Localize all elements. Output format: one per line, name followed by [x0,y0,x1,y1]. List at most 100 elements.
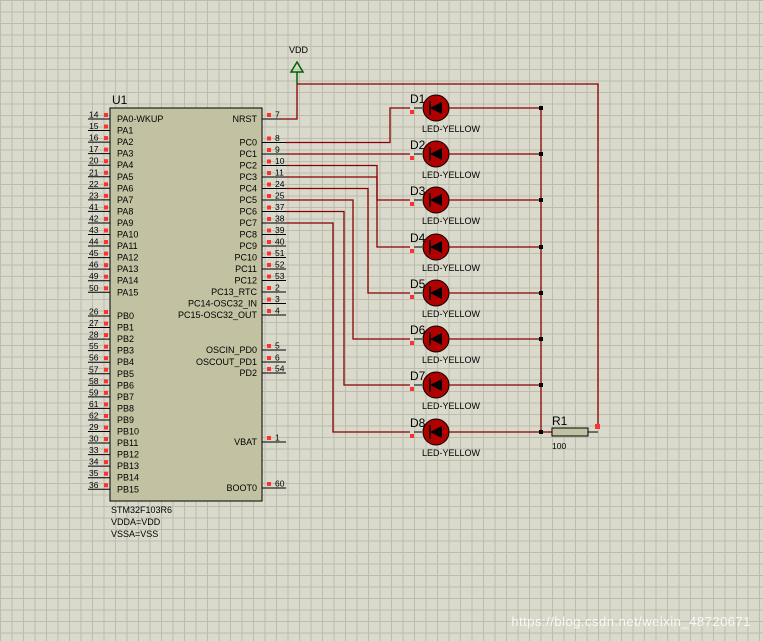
pin-name: PC3 [239,172,257,182]
pin-name: PA15 [117,287,138,297]
pin-name: PA11 [117,241,138,251]
pin-number: 14 [89,110,99,120]
pin-name: PC1 [239,149,257,159]
wire-pc0-d1 [286,107,410,144]
schematic-canvas[interactable]: U1 STM32F103R6 VDDA=VDD VSSA=VSS 14 PA0-W… [0,0,763,641]
pin-number: 50 [89,283,99,293]
pin-name: PB14 [117,473,139,483]
led-wires [286,107,410,433]
led-d7[interactable]: D7LED-YELLOW [410,369,543,411]
pin-number: 2 [275,283,280,293]
pin-dot [104,356,108,361]
pin-name: PB2 [117,334,134,344]
resistor-r1[interactable]: R1 100 [551,414,600,451]
pin-name: VBAT [234,437,257,447]
led-d3[interactable]: D3LED-YELLOW [410,184,543,226]
pin-dot [104,228,108,233]
led-array: D1LED-YELLOWD2LED-YELLOWD3LED-YELLOW D4LE… [410,92,543,458]
pin-number: 42 [89,213,99,223]
led-pin-dot [410,202,414,206]
junction-dot [539,152,543,156]
pin-name: PC9 [239,241,257,251]
led-value: LED-YELLOW [422,170,481,180]
pin-name: PA14 [117,276,138,286]
pin-number: 36 [89,480,99,490]
chip-part: STM32F103R6 [111,505,172,515]
pin-number: 46 [89,260,99,270]
led-pin-dot [410,341,414,345]
wire-pc7-d8 [286,222,410,433]
pin-dot [267,251,271,256]
pin-number: 37 [275,202,285,212]
pin-dot [267,344,271,348]
pin-dot [267,367,271,371]
pin-number: 5 [275,341,280,351]
led-d8[interactable]: D8LED-YELLOW [410,416,543,458]
pin-dot [104,425,108,430]
pin-name: PC12 [234,276,257,286]
pin-number: 52 [275,260,285,270]
led-d6[interactable]: D6LED-YELLOW [410,323,543,365]
pin-number: 22 [89,179,99,189]
chip-note-vdda: VDDA=VDD [111,517,161,527]
led-d4[interactable]: D4LED-YELLOW [410,231,543,273]
pin-dot [267,217,271,221]
pin-dot [267,228,271,233]
pin-name: PC7 [239,218,257,228]
pin-number: 4 [275,306,280,316]
pin-number: 56 [89,353,99,363]
pin-dot [104,460,108,465]
pin-name: PB5 [117,369,134,379]
led-value: LED-YELLOW [422,309,481,319]
pin-name: NRST [233,114,258,124]
pin-number: 20 [89,156,99,166]
vdd-power-terminal[interactable]: VDD [289,45,309,84]
pin-number: 62 [89,410,99,420]
pin-dot [104,205,108,210]
pin-name: PC11 [235,264,257,274]
pin-dot [267,205,271,210]
pin-name: PA10 [117,230,138,240]
pin-dot [267,297,271,302]
pin-number: 61 [89,399,99,409]
led-d5[interactable]: D5LED-YELLOW [410,277,543,319]
wire-pc4-d5 [286,187,410,294]
pin-dot [267,356,271,360]
pin-number: 24 [275,179,285,189]
led-pin-dot [410,295,414,299]
pin-number: 6 [275,353,280,363]
pin-name: PC13_RTC [211,287,257,297]
pin-number: 55 [89,341,99,351]
pin-dot [104,216,108,221]
pin-dot [267,136,271,141]
led-d2[interactable]: D2LED-YELLOW [410,138,543,180]
vdd-label: VDD [289,45,309,55]
pin-dot [267,263,271,267]
led-value: LED-YELLOW [422,355,481,365]
pin-dot [104,344,108,349]
pin-name: PA12 [117,253,138,263]
led-pin-dot [410,249,414,253]
pin-number: 7 [275,110,280,120]
pin-number: 39 [275,225,285,235]
led-d1[interactable]: D1LED-YELLOW [410,92,543,134]
pin-name: PC5 [239,195,257,205]
pin-number: 53 [275,271,285,281]
pin-dot [104,113,108,117]
pin-number: 33 [89,445,99,455]
pin-dot [104,367,108,372]
led-pin-dot [410,434,414,438]
pin-dot [267,194,271,198]
pin-number: 43 [89,225,99,235]
pin-name: PC6 [239,207,257,217]
chip-ref: U1 [112,93,128,107]
pin-number: 8 [275,133,280,143]
pin-dot [104,182,108,187]
led-pin-dot [410,156,414,160]
pin-name: PB15 [117,484,139,494]
pin-name: PB4 [117,357,134,367]
pin-number: 17 [89,144,99,154]
led-value: LED-YELLOW [422,263,481,273]
pin-dot [104,263,108,268]
pin-dot [104,321,108,326]
